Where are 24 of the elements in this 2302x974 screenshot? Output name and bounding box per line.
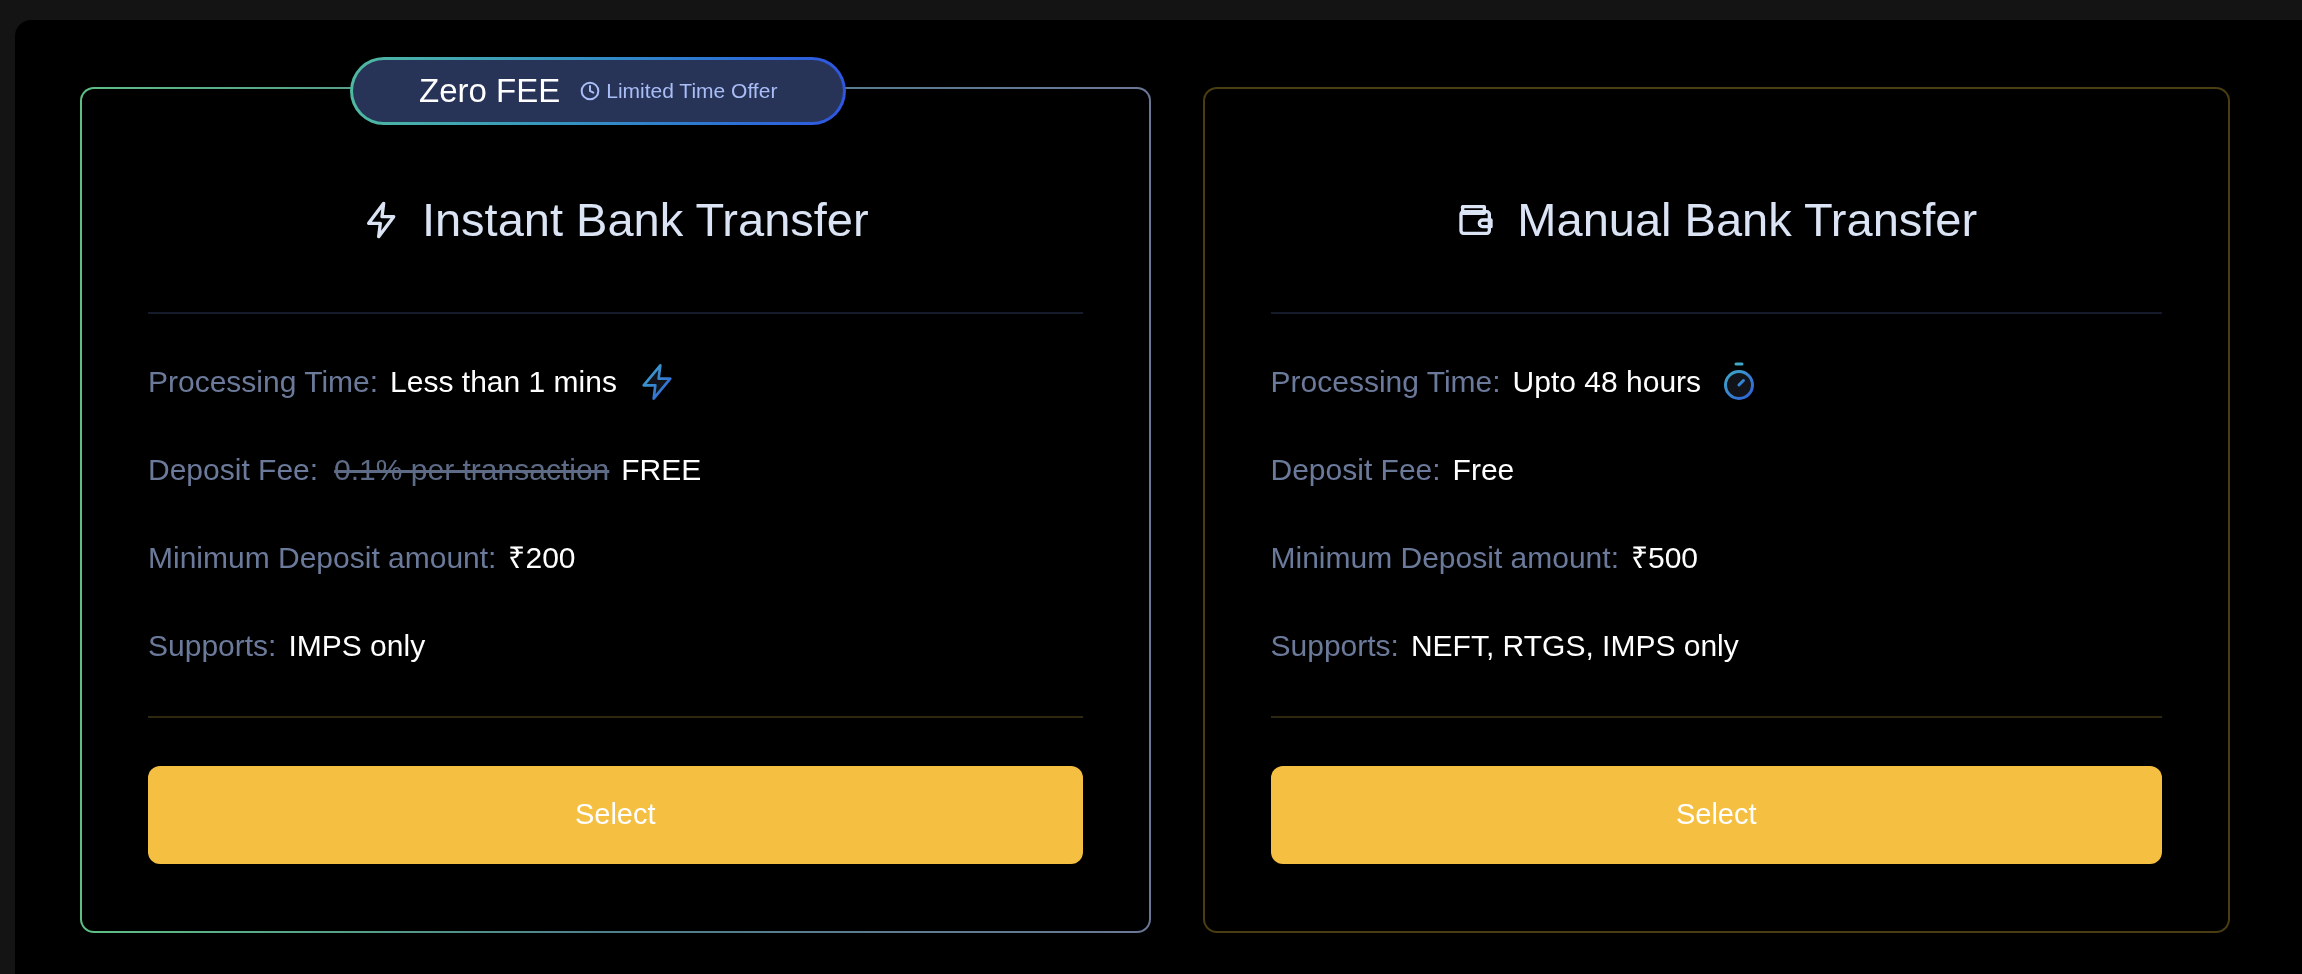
row-label: Deposit Fee: (148, 452, 319, 488)
clock-icon (580, 80, 601, 101)
select-button[interactable]: Select (148, 765, 1083, 864)
row-label: Supports: (148, 628, 277, 664)
row-label: Processing Time: (1270, 364, 1501, 400)
row-value: Free (1452, 452, 1515, 488)
row-label: Processing Time: (148, 364, 379, 400)
row-value: ₹200 (508, 540, 576, 576)
row-value: Upto 48 hours (1512, 364, 1702, 400)
row-label: Supports: (1270, 628, 1399, 664)
badge-title: Zero FEE (419, 71, 561, 111)
card-title: Manual Bank Transfer (1517, 192, 1978, 248)
row-value: IMPS only (288, 628, 426, 664)
row-value: FREE (621, 452, 702, 488)
badge-note: Limited Time Offer (606, 78, 778, 104)
select-button[interactable]: Select (1270, 765, 2162, 864)
row-value: Less than 1 mins (390, 364, 617, 400)
row-value: NEFT, RTGS, IMPS only (1410, 628, 1739, 664)
row-value: ₹500 (1631, 540, 1699, 576)
old-fee: 0.1% per transaction (334, 452, 610, 488)
row-label: Minimum Deposit amount: (1270, 540, 1619, 576)
row-label: Minimum Deposit amount: (148, 540, 497, 576)
card-title: Instant Bank Transfer (421, 192, 869, 248)
row-label: Deposit Fee: (1270, 452, 1441, 488)
